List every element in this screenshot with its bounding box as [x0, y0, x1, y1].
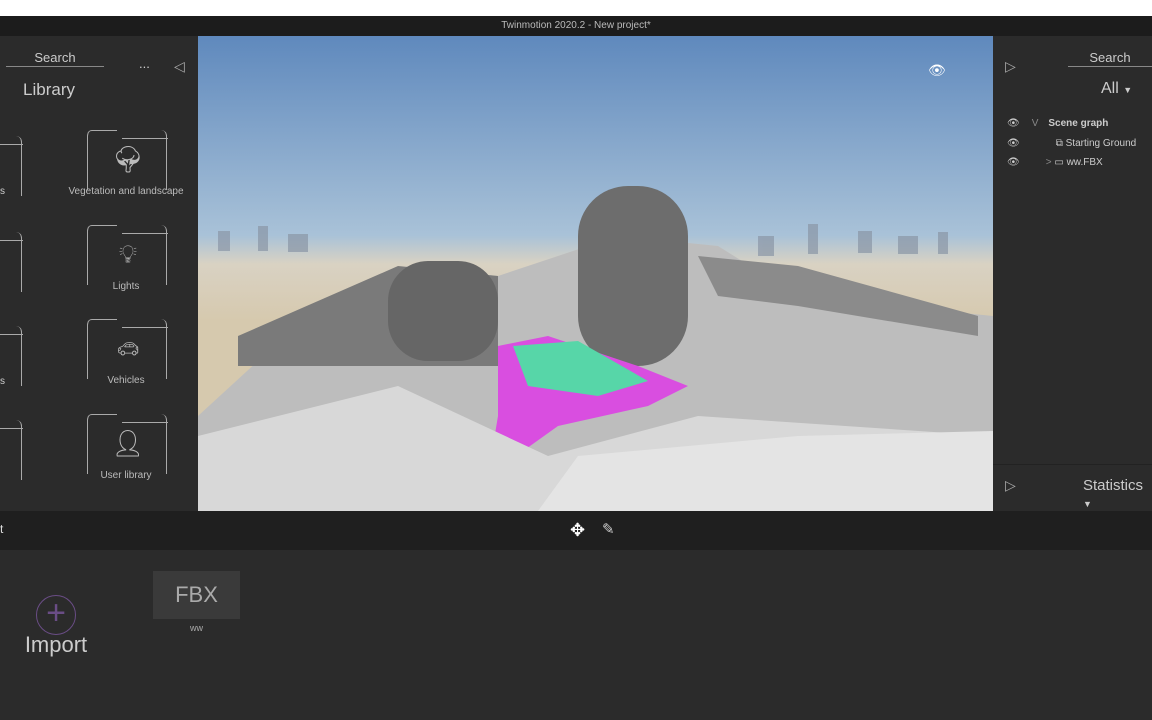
- ground-icon: ⧉: [1055, 138, 1063, 149]
- filter-dropdown[interactable]: All ▼: [1101, 80, 1132, 98]
- file-name: ww: [190, 623, 203, 633]
- fbx-file-thumbnail[interactable]: FBX: [153, 571, 240, 619]
- partial-folder-label: s: [0, 186, 5, 197]
- import-button[interactable]: Import: [0, 632, 112, 658]
- tree-icon: 🌳︎: [111, 144, 145, 174]
- toolbar-text: t: [0, 522, 4, 536]
- move-icon[interactable]: ✥: [570, 520, 585, 541]
- tree-row-ww-fbx[interactable]: 👁︎ > ▭ ww.FBX: [1007, 157, 1103, 168]
- tree-row-scene-graph[interactable]: 👁︎ V Scene graph: [1007, 118, 1108, 129]
- statistics-dropdown[interactable]: Statistics ▼: [1083, 477, 1152, 511]
- statistics-label: Statistics: [1083, 477, 1144, 494]
- import-panel: + Import FBX ww: [0, 550, 1152, 720]
- chevron-down-icon: ▼: [1123, 85, 1133, 95]
- category-lights[interactable]: 💡︎ Lights: [61, 225, 191, 292]
- eye-icon[interactable]: 👁︎: [1007, 138, 1020, 149]
- expand-statistics-icon[interactable]: ▷: [1005, 477, 1016, 494]
- eye-icon[interactable]: 👁︎: [1007, 118, 1020, 129]
- partial-folder[interactable]: [0, 420, 23, 480]
- chevron-down-icon: ▼: [1083, 499, 1092, 509]
- user-icon: 👤︎: [111, 428, 145, 458]
- partial-folder-label: s: [0, 376, 5, 387]
- import-plus-icon[interactable]: +: [36, 595, 76, 635]
- library-title: Library: [23, 80, 75, 99]
- scene-search[interactable]: Search: [1068, 50, 1152, 67]
- library-search[interactable]: Search: [6, 50, 104, 67]
- lightbulb-icon: 💡︎: [118, 239, 138, 269]
- car-icon: 🚗︎: [116, 339, 140, 359]
- category-vehicles[interactable]: 🚗︎ Vehicles: [61, 319, 191, 386]
- window-title: Twinmotion 2020.2 - New project*: [501, 20, 651, 31]
- tree-row-starting-ground[interactable]: 👁︎ ⧉ Starting Ground: [1007, 138, 1136, 149]
- expander[interactable]: >: [1046, 157, 1052, 168]
- folder-icon: ▭: [1054, 157, 1064, 168]
- collapse-left-icon[interactable]: ◁: [174, 58, 185, 75]
- eye-icon[interactable]: 👁︎: [1007, 157, 1020, 168]
- expander[interactable]: V: [1032, 118, 1039, 129]
- tree-label: Scene graph: [1048, 118, 1109, 129]
- category-vegetation[interactable]: 🌳︎ Vegetation and landscape: [61, 130, 191, 197]
- viewport-toolbar: t ✥ ✎: [0, 511, 1152, 550]
- more-options-button[interactable]: ...: [139, 56, 150, 71]
- title-bar: Twinmotion 2020.2 - New project*: [0, 16, 1152, 36]
- partial-folder[interactable]: [0, 232, 23, 292]
- visibility-eye-icon[interactable]: 👁︎: [928, 62, 946, 79]
- library-panel: Search ... ◁ Library s s 🌳︎ Vegetation a…: [0, 36, 198, 511]
- tree-label: ww.FBX: [1066, 157, 1103, 168]
- scene-panel: ▷ Search All ▼ 👁︎ V Scene graph 👁︎ ⧉ Starti…: [993, 36, 1152, 511]
- 3d-viewport[interactable]: 👁︎: [198, 36, 993, 511]
- category-user-library[interactable]: 👤︎ User library: [61, 414, 191, 481]
- expand-right-icon[interactable]: ▷: [1005, 58, 1016, 75]
- eyedropper-icon[interactable]: ✎: [602, 520, 615, 538]
- tree-label: Starting Ground: [1065, 138, 1137, 149]
- scene-render: [198, 186, 993, 511]
- filter-value: All: [1101, 80, 1119, 97]
